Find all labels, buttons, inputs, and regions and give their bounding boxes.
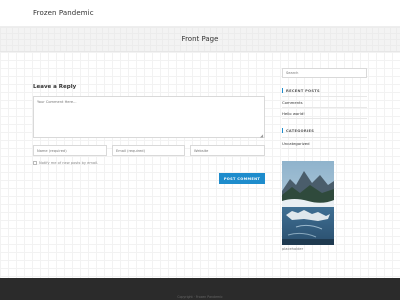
recent-posts-title: RECENT POSTS <box>286 88 320 93</box>
comment-textarea[interactable] <box>33 96 265 138</box>
divider <box>282 148 367 149</box>
category-link[interactable]: Uncategorized <box>282 141 310 146</box>
resize-handle-icon[interactable]: ◢ <box>260 133 263 138</box>
sidebar-image[interactable] <box>282 161 334 245</box>
recent-post-link[interactable]: Comments <box>282 100 303 105</box>
divider <box>282 107 367 108</box>
heading-accent-bar <box>282 88 283 93</box>
page-hero: Front Page <box>0 27 400 52</box>
search-input[interactable] <box>282 68 367 78</box>
site-footer: Copyright · Frozen Pandemic <box>0 278 400 300</box>
heading-accent-bar <box>282 128 283 133</box>
recent-post-link[interactable]: Hello world! <box>282 111 305 116</box>
divider <box>282 137 367 138</box>
name-input[interactable] <box>33 145 107 156</box>
copyright-text: Copyright · Frozen Pandemic <box>177 295 223 299</box>
site-title[interactable]: Frozen Pandemic <box>33 9 94 17</box>
categories-title: CATEGORIES <box>286 128 315 133</box>
notify-label: Notify me of new posts by email. <box>39 161 99 165</box>
reply-title: Leave a Reply <box>33 84 77 90</box>
notify-option: Notify me of new posts by email. <box>33 161 98 165</box>
recent-posts-heading: RECENT POSTS <box>282 88 320 93</box>
divider <box>282 118 367 119</box>
image-caption: placeholder <box>282 247 304 251</box>
post-comment-button[interactable]: POST COMMENT <box>219 173 265 184</box>
website-input[interactable] <box>190 145 265 156</box>
categories-heading: CATEGORIES <box>282 128 314 133</box>
page-title: Front Page <box>181 35 219 43</box>
notify-checkbox[interactable] <box>33 161 37 165</box>
site-header: Frozen Pandemic <box>0 0 400 27</box>
lake-landscape-image <box>282 161 334 245</box>
divider <box>282 96 367 97</box>
email-input[interactable] <box>112 145 185 156</box>
